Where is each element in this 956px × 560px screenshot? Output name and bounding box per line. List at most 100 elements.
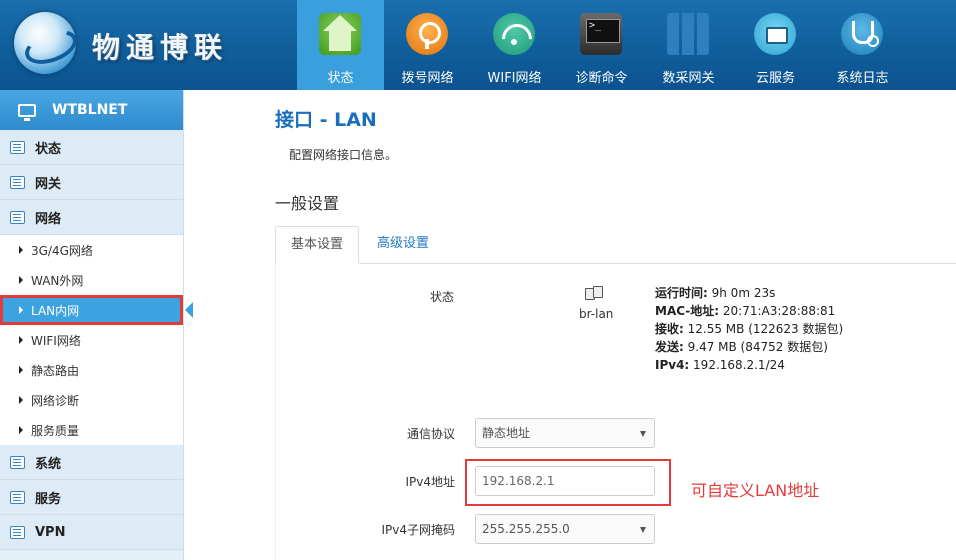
terminal-icon — [580, 13, 622, 55]
list-icon — [10, 490, 25, 504]
nav-data-gateway[interactable]: 数采网关 — [645, 0, 732, 90]
wifi-icon — [493, 13, 535, 55]
nav-system-log[interactable]: 系统日志 — [819, 0, 906, 90]
sidebar-item-wan[interactable]: WAN外网 — [0, 265, 183, 295]
list-icon — [10, 140, 25, 154]
logo-emblem-icon — [14, 12, 76, 74]
uptime-value: 9h 0m 23s — [707, 286, 776, 300]
list-icon — [10, 175, 25, 189]
sidebar-item-label: 服务质量 — [31, 423, 80, 438]
sidebar-group-label: VPN — [35, 524, 66, 540]
protocol-value: 静态地址 — [482, 426, 531, 440]
caret-down-icon — [640, 527, 646, 533]
gateway-icon — [667, 13, 709, 55]
ipv4-address-input[interactable] — [475, 466, 655, 496]
page-title: 接口 - LAN — [275, 109, 377, 131]
status-rx: 接收: 12.55 MB (122623 数据包) — [655, 320, 843, 338]
uptime-label: 运行时间: — [655, 286, 708, 300]
sidebar-group-label: 网关 — [35, 176, 62, 192]
interface-name: br-lan — [579, 307, 614, 321]
brand-logo: 物通博联 — [0, 0, 300, 90]
ipv4-value: 192.168.2.1/24 — [689, 358, 785, 372]
sidebar-item-network-diagnostics[interactable]: 网络诊断 — [0, 385, 183, 415]
nav-wifi[interactable]: WIFI网络 — [471, 0, 558, 90]
network-submenu: 3G/4G网络 WAN外网 LAN内网 WIFI网络 静态路由 网络诊断 服务质… — [0, 235, 193, 445]
network-bridge-icon — [585, 286, 603, 300]
main-content: 接口 - LAN 配置网络接口信息。 一般设置 基本设置 高级设置 状态 br-… — [185, 90, 956, 560]
sidebar-item-label: LAN内网 — [31, 303, 80, 318]
ipv4-address-label: IPv4地址 — [405, 475, 455, 489]
sidebar-item-3g4g[interactable]: 3G/4G网络 — [0, 235, 183, 265]
cloud-icon — [754, 13, 796, 55]
top-header: 物通博联 状态 拨号网络 WIFI网络 诊断命令 数采网关 云服务 系统日志 — [0, 0, 956, 90]
tx-label: 发送: — [655, 340, 684, 354]
sidebar-item-static-route[interactable]: 静态路由 — [0, 355, 183, 385]
nav-label: 拨号网络 — [401, 71, 454, 86]
nav-label: WIFI网络 — [487, 71, 542, 86]
sidebar-item-label: 网络诊断 — [31, 393, 80, 408]
tx-value: 9.47 MB (84752 数据包) — [683, 340, 828, 354]
nav-diagnostics[interactable]: 诊断命令 — [558, 0, 645, 90]
rx-label: 接收: — [655, 322, 684, 336]
sidebar-group-label: 网络 — [35, 211, 62, 227]
interface-status: 运行时间: 9h 0m 23s MAC-地址: 20:71:A3:28:88:8… — [655, 284, 843, 374]
sidebar-item-label: WIFI网络 — [31, 333, 81, 348]
nav-label: 状态 — [327, 71, 354, 86]
protocol-label: 通信协议 — [406, 427, 455, 441]
netmask-value: 255.255.255.0 — [482, 522, 570, 536]
stethoscope-icon — [841, 13, 883, 55]
sidebar-item-qos[interactable]: 服务质量 — [0, 415, 183, 445]
home-icon — [319, 13, 361, 55]
mac-label: MAC-地址: — [655, 304, 720, 318]
status-uptime: 运行时间: 9h 0m 23s — [655, 284, 843, 302]
sidebar-item-lan[interactable]: LAN内网 — [0, 295, 193, 325]
sidebar-group-label: 状态 — [35, 141, 62, 157]
sidebar-group-label: 服务 — [35, 491, 62, 507]
nav-dial-network[interactable]: 拨号网络 — [384, 0, 471, 90]
list-icon — [10, 210, 25, 224]
nav-cloud-service[interactable]: 云服务 — [732, 0, 819, 90]
list-icon — [10, 525, 25, 539]
sidebar-group-vpn[interactable]: VPN — [0, 515, 183, 550]
tab-basic-settings[interactable]: 基本设置 — [275, 226, 360, 264]
status-ipv4: IPv4: 192.168.2.1/24 — [655, 356, 843, 374]
section-title: 一般设置 — [275, 194, 340, 213]
page-description: 配置网络接口信息。 — [289, 148, 398, 162]
caret-down-icon — [640, 431, 646, 437]
top-nav: 状态 拨号网络 WIFI网络 诊断命令 数采网关 云服务 系统日志 — [297, 0, 906, 90]
sidebar-item-label: WAN外网 — [31, 273, 84, 288]
mac-value: 20:71:A3:28:88:81 — [719, 304, 836, 318]
sidebar-item-wifi[interactable]: WIFI网络 — [0, 325, 183, 355]
nav-status[interactable]: 状态 — [297, 0, 384, 90]
status-mac: MAC-地址: 20:71:A3:28:88:81 — [655, 302, 843, 320]
sidebar-group-service[interactable]: 服务 — [0, 480, 183, 515]
sidebar-item-label: 3G/4G网络 — [31, 243, 93, 258]
dial-network-icon — [406, 13, 448, 55]
protocol-select[interactable]: 静态地址 — [475, 418, 655, 448]
settings-tabs: 基本设置 高级设置 — [275, 226, 956, 264]
sidebar-item-label: 静态路由 — [31, 363, 80, 378]
sidebar-group-gateway[interactable]: 网关 — [0, 165, 183, 200]
brand-name: 物通博联 — [92, 31, 229, 64]
sidebar-title: WTBLNET — [0, 90, 183, 130]
status-label: 状态 — [430, 290, 455, 304]
annotation-text: 可自定义LAN地址 — [691, 481, 820, 500]
ipv4-label: IPv4: — [655, 358, 690, 372]
list-icon — [10, 455, 25, 469]
nav-label: 云服务 — [755, 71, 795, 86]
nav-label: 诊断命令 — [575, 71, 628, 86]
netmask-select[interactable]: 255.255.255.0 — [475, 514, 655, 544]
tab-advanced-settings[interactable]: 高级设置 — [362, 226, 444, 264]
status-tx: 发送: 9.47 MB (84752 数据包) — [655, 338, 843, 356]
nav-label: 数采网关 — [662, 71, 715, 86]
netmask-label: IPv4子网掩码 — [381, 523, 455, 537]
sidebar: WTBLNET 状态 网关 网络 3G/4G网络 WAN外网 LAN内网 WIF… — [0, 90, 193, 560]
monitor-icon — [18, 103, 36, 121]
nav-label: 系统日志 — [836, 71, 889, 86]
sidebar-group-system[interactable]: 系统 — [0, 445, 183, 480]
sidebar-group-network[interactable]: 网络 — [0, 200, 183, 235]
sidebar-group-label: 系统 — [35, 456, 62, 472]
sidebar-title-text: WTBLNET — [52, 102, 128, 118]
sidebar-group-status[interactable]: 状态 — [0, 130, 183, 165]
rx-value: 12.55 MB (122623 数据包) — [683, 322, 844, 336]
